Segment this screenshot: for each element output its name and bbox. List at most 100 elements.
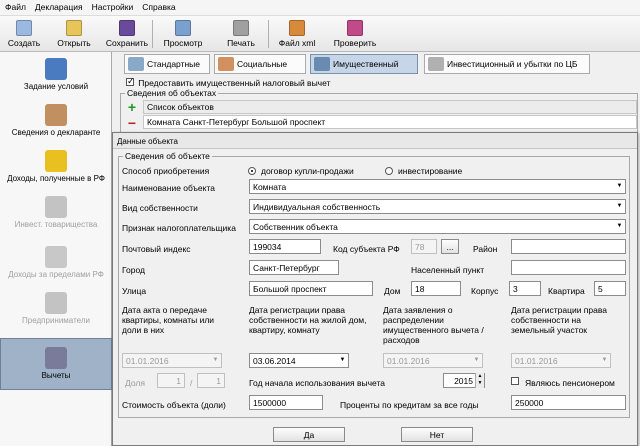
tab-label: Стандартные <box>147 59 201 69</box>
region-browse-button[interactable]: ... <box>441 239 459 254</box>
entrepreneur-icon <box>45 292 67 314</box>
street-input[interactable]: Большой проспект <box>249 281 373 296</box>
application-date-value: 01.01.2016 <box>387 356 430 366</box>
toolbar: Создать Открыть Сохранить Просмотр Печать Фай… <box>0 16 640 52</box>
taxpayer-label: Признак налогоплательщика <box>122 223 236 233</box>
share-denominator-input[interactable]: 1 <box>197 373 225 388</box>
sidebar-item-label: Инвест. товарищества <box>14 220 98 229</box>
sidebar-item-foreign-income[interactable]: Доходы за пределами РФ <box>0 244 112 286</box>
transfer-act-date-input[interactable]: 01.01.2016 ▼ <box>122 353 222 368</box>
year-spinner[interactable]: ▲ ▼ <box>475 373 484 388</box>
radio-investment[interactable] <box>385 167 393 175</box>
checkbox-box[interactable] <box>126 76 135 87</box>
pensioner-checkbox[interactable] <box>511 377 519 385</box>
application-date-input[interactable]: 01.01.2016 ▼ <box>383 353 483 368</box>
postal-code-input[interactable]: 199034 <box>249 239 321 254</box>
sidebar-item-declarant[interactable]: Сведения о декларанте <box>0 102 112 144</box>
toolbar-button-label: Просмотр <box>163 38 203 48</box>
apartment-input[interactable]: 5 <box>594 281 626 296</box>
locality-input[interactable] <box>511 260 626 275</box>
tab-standard[interactable]: Стандартные <box>124 54 210 74</box>
tab-property[interactable]: Имущественный <box>310 54 418 74</box>
city-input[interactable]: Санкт-Петербург <box>249 260 339 275</box>
transfer-act-date-value: 01.01.2016 <box>126 356 169 366</box>
apartment-label: Квартира <box>548 286 585 296</box>
provide-deduction-checkbox[interactable]: Предоставить имущественный налоговый выч… <box>126 76 331 88</box>
save-button[interactable]: Сохранить <box>102 18 152 50</box>
objects-group-title: Сведения об объектах <box>125 88 219 98</box>
radio-investment-label[interactable]: инвестирование <box>398 166 462 176</box>
ownership-reg-date-input[interactable]: 03.06.2014 ▼ <box>249 353 349 368</box>
toolbar-button-label: Создать <box>7 38 41 48</box>
ownership-select[interactable]: Индивидуальная собственность ▼ <box>249 199 626 214</box>
toolbar-button-label: Печать <box>227 38 255 48</box>
house-label: Дом <box>384 286 401 296</box>
pensioner-label: Являюсь пенсионером <box>525 378 615 388</box>
new-document-icon <box>16 20 32 36</box>
street-label: Улица <box>122 286 147 296</box>
conditions-icon <box>45 58 67 80</box>
taxpayer-select[interactable]: Собственник объекта ▼ <box>249 219 626 234</box>
preview-button[interactable]: Просмотр <box>158 18 208 50</box>
sidebar-item-conditions[interactable]: Задание условий <box>0 56 112 98</box>
open-folder-icon <box>66 20 82 36</box>
floppy-disk-icon <box>119 20 135 36</box>
share-label: Доля <box>125 378 145 388</box>
menu-declaration[interactable]: Декларация <box>30 0 87 12</box>
check-button[interactable]: Проверить <box>330 18 380 50</box>
investment-tab-icon <box>428 57 444 71</box>
taxpayer-value: Собственник объекта <box>253 222 338 232</box>
start-year-value: 2015 <box>454 376 473 386</box>
deduction-tabs: Стандартные Социальные Имущественный Инвест… <box>120 52 640 74</box>
district-label: Район <box>473 244 498 254</box>
land-reg-date-value: 01.01.2016 <box>515 356 558 366</box>
remove-object-icon[interactable]: − <box>126 116 138 130</box>
house-input[interactable]: 18 <box>411 281 461 296</box>
loan-interest-input[interactable]: 250000 <box>511 395 626 410</box>
menu-file[interactable]: Файл <box>0 0 30 12</box>
radio-purchase[interactable] <box>248 167 256 175</box>
city-label: Город <box>122 265 145 275</box>
region-code-input[interactable]: 78 <box>411 239 437 254</box>
menu-settings[interactable]: Настройки <box>87 0 138 12</box>
printer-icon <box>233 20 249 36</box>
tab-investment[interactable]: Инвестиционный и убытки по ЦБ <box>424 54 590 74</box>
land-reg-date-input[interactable]: 01.01.2016 ▼ <box>511 353 611 368</box>
sidebar-item-label: Задание условий <box>23 82 89 91</box>
objects-list-item[interactable]: Комната Санкт-Петербург Большой проспект <box>143 115 637 129</box>
radio-purchase-label[interactable]: договор купли-продажи <box>261 166 354 176</box>
tab-social[interactable]: Социальные <box>214 54 306 74</box>
share-separator: / <box>190 378 193 388</box>
sidebar-item-income-rf[interactable]: Доходы, полученные в РФ <box>0 148 112 190</box>
open-button[interactable]: Открыть <box>52 18 96 50</box>
share-numerator-input[interactable]: 1 <box>157 373 185 388</box>
start-year-label: Год начала использования вычета <box>249 378 385 388</box>
add-object-icon[interactable]: + <box>126 100 138 114</box>
building-input[interactable]: 3 <box>509 281 541 296</box>
object-name-value: Комната <box>253 182 287 192</box>
sidebar-item-deductions[interactable]: Вычеты <box>0 338 112 390</box>
print-button[interactable]: Печать <box>216 18 266 50</box>
chevron-down-icon: ▼ <box>616 203 623 209</box>
xml-file-button[interactable]: Файл xml <box>274 18 320 50</box>
object-name-select[interactable]: Комната ▼ <box>249 179 626 194</box>
menu-help[interactable]: Справка <box>137 0 179 12</box>
check-icon <box>347 20 363 36</box>
tab-label: Инвестиционный и убытки по ЦБ <box>447 59 578 69</box>
object-cost-input[interactable]: 1500000 <box>249 395 323 410</box>
loan-interest-label: Проценты по кредитам за все годы <box>340 400 479 410</box>
cancel-button[interactable]: Нет <box>401 427 473 442</box>
chevron-down-icon: ▼ <box>616 223 623 229</box>
toolbar-separator <box>152 20 153 48</box>
provide-deduction-label: Предоставить имущественный налоговый выч… <box>138 78 331 88</box>
new-button[interactable]: Создать <box>2 18 46 50</box>
building-label: Корпус <box>471 286 499 296</box>
sidebar-item-investment-partnerships[interactable]: Инвест. товарищества <box>0 194 112 238</box>
postal-code-label: Почтовый индекс <box>122 244 191 254</box>
ownership-reg-date-value: 03.06.2014 <box>253 356 296 366</box>
application-date-label: Дата заявления о распределении имуществе… <box>383 305 484 345</box>
toolbar-button-label: Сохранить <box>105 38 149 48</box>
sidebar-item-entrepreneurs[interactable]: Предприниматели <box>0 290 112 334</box>
district-input[interactable] <box>511 239 626 254</box>
ok-button[interactable]: Да <box>273 427 345 442</box>
